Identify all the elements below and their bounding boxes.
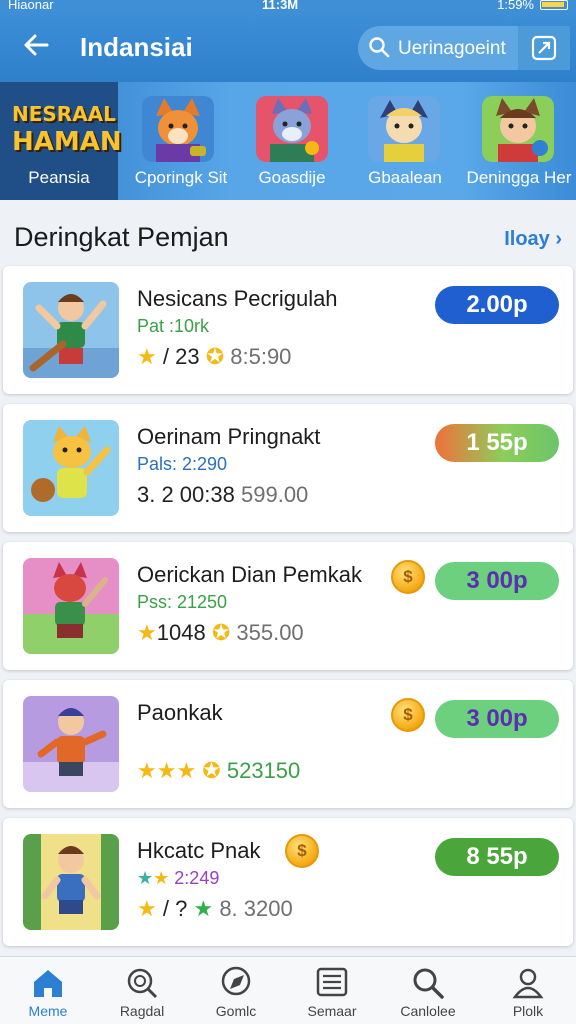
game-thumbnail: [23, 282, 119, 378]
game-thumbnail: [23, 834, 119, 930]
tab-home[interactable]: Meme: [0, 957, 96, 1024]
price-button[interactable]: 1 55p: [435, 424, 559, 462]
game-thumbnail: [23, 558, 119, 654]
category-item[interactable]: Cporingk Sit: [122, 82, 240, 200]
coin-icon: [391, 560, 425, 594]
star-badge-icon: ✪: [211, 620, 231, 645]
game-thumbnail: [23, 420, 119, 516]
expand-icon: [531, 35, 557, 61]
tab-ragdal[interactable]: Ragdal: [94, 957, 190, 1024]
cat-avatar-icon: [256, 96, 328, 162]
search-icon: [413, 968, 444, 999]
green-star-icon: ★: [193, 896, 214, 921]
bottom-nav: Meme Ragdal Gomlc Semaar Canlolee Plolk: [0, 956, 576, 1024]
expand-button[interactable]: [518, 26, 570, 70]
price-button[interactable]: 2.00p: [435, 286, 559, 324]
compass-icon: [221, 966, 251, 996]
see-all-link[interactable]: Iloay ›: [504, 228, 562, 251]
clock: 11:3M: [262, 0, 299, 12]
list-icon: [316, 967, 348, 997]
carrier-label: Hiaonar: [8, 0, 54, 12]
coin-icon: [391, 698, 425, 732]
list-item[interactable]: Oerickan Dian Pemkak Pss: 21250 ★1048 ✪ …: [3, 542, 573, 670]
item-subtitle: Pss: 21250: [137, 592, 228, 612]
item-stats: ★ / 23 ✪ 8:5:90: [137, 344, 292, 369]
tab-gomlc[interactable]: Gomlc: [188, 957, 284, 1024]
item-name: Hkcatc Pnak: [137, 838, 261, 863]
item-stats: ★★★ ✪ 523150: [137, 758, 301, 783]
brand-tile[interactable]: NESRAAL HAMAN Peansia: [0, 82, 122, 200]
search-input[interactable]: Uerinagoeint: [358, 26, 518, 70]
list-item[interactable]: Oerinam Pringnakt Pals: 2:290 3. 2 00:38…: [3, 404, 573, 532]
list-item[interactable]: Paonkak ★★★ ✪ 523150 3 00p: [3, 680, 573, 808]
category-item[interactable]: Goasdije: [240, 82, 344, 200]
page-title: Indansiai: [80, 32, 193, 62]
back-arrow-icon[interactable]: [18, 30, 54, 66]
magnifier-coin-icon: [127, 968, 158, 999]
star-icon: ★: [137, 896, 157, 921]
price-button[interactable]: 3 00p: [435, 562, 559, 600]
item-subtitle: Pals: 2:290: [137, 454, 228, 474]
item-name: Oerinam Pringnakt: [137, 424, 321, 449]
fox-avatar-icon: [142, 96, 214, 162]
item-subtitle: ★★ 2:249: [137, 868, 220, 888]
item-name: Nesicans Pecrigulah: [137, 286, 338, 311]
brand-logo: NESRAAL HAMAN: [12, 102, 122, 157]
search-text: Uerinagoeint: [398, 38, 506, 59]
price-button[interactable]: 8 55p: [435, 838, 559, 876]
star-badge-icon: ✪: [205, 344, 225, 369]
star-badge-icon: ✪: [202, 758, 221, 783]
item-stats: 3. 2 00:38 599.00: [137, 482, 309, 507]
coin-icon: [285, 834, 319, 868]
elf-avatar-icon: [368, 96, 440, 162]
tab-semaar[interactable]: Semaar: [284, 957, 380, 1024]
game-thumbnail: [23, 696, 119, 792]
star-icon: ★: [137, 344, 157, 369]
item-subtitle: Pat :10rk: [137, 316, 210, 336]
section-title: Deringkat Pemjan: [14, 222, 229, 252]
category-item[interactable]: Deningga Her: [462, 82, 576, 200]
battery-percent: 1:59%: [497, 0, 534, 12]
price-button[interactable]: 3 00p: [435, 700, 559, 738]
battery-icon: [540, 0, 568, 10]
brand-label: Peansia: [28, 168, 90, 187]
tab-search[interactable]: Canlolee: [380, 957, 476, 1024]
app-bar: Indansiai Uerinagoeint: [0, 14, 576, 82]
category-strip: NESRAAL HAMAN Peansia Cporingk Sit Goasd…: [0, 82, 576, 200]
home-icon: [34, 970, 62, 997]
tab-profile[interactable]: Plolk: [480, 957, 576, 1024]
profile-icon: [512, 968, 544, 999]
star-icon: ★: [137, 620, 157, 645]
warrior-avatar-icon: [482, 96, 554, 162]
item-name: Paonkak: [137, 700, 223, 725]
list-item[interactable]: Nesicans Pecrigulah Pat :10rk ★ / 23 ✪ 8…: [3, 266, 573, 394]
rating-stars: ★★★: [137, 758, 197, 783]
item-stats: ★1048 ✪ 355.00: [137, 620, 304, 645]
category-item[interactable]: Gbaalean: [346, 82, 464, 200]
item-stats: ★ / ? ★ 8. 3200: [137, 896, 293, 921]
list-item[interactable]: Hkcatc Pnak ★★ 2:249 ★ / ? ★ 8. 3200 8 5…: [3, 818, 573, 946]
search-icon: [369, 37, 390, 58]
status-bar: Hiaonar 11:3M 1:59%: [0, 0, 576, 14]
item-name: Oerickan Dian Pemkak: [137, 562, 362, 587]
